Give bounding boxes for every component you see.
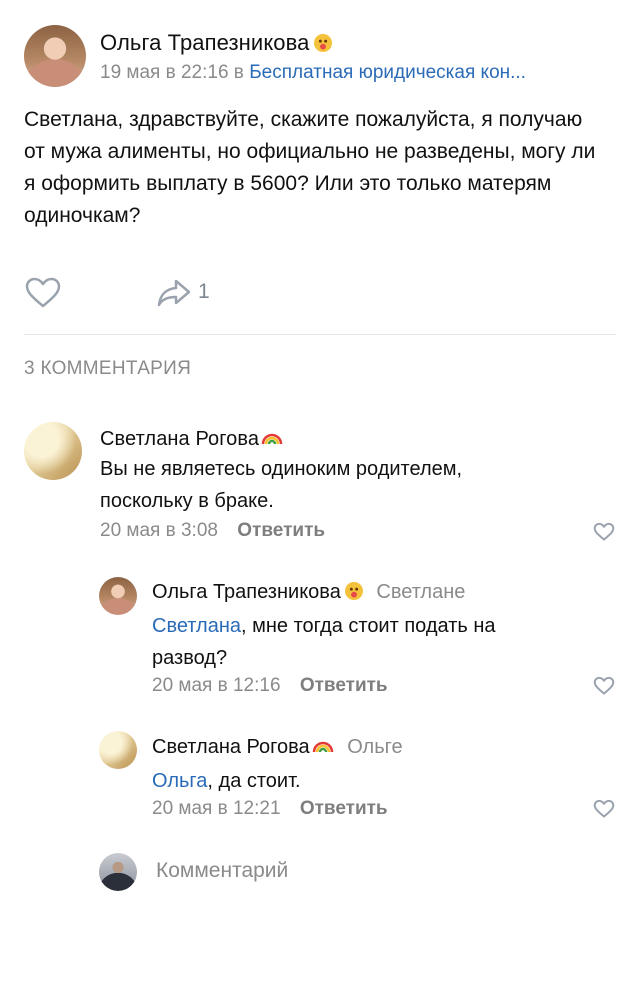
comment-like-button[interactable] <box>593 522 615 542</box>
reply-meta: 20 мая в 12:16 Ответить <box>152 675 388 697</box>
mention-link[interactable]: Светлана <box>152 615 241 637</box>
share-arrow-icon <box>157 279 191 307</box>
reply-to-name[interactable]: Ольге <box>347 736 402 758</box>
comment-date: 20 мая в 3:08 <box>100 520 218 541</box>
tongue-face-emoji-icon <box>313 34 332 52</box>
reply-author-avatar[interactable] <box>99 577 137 615</box>
comment-input[interactable]: Комментарий <box>156 859 576 883</box>
reply-author-name[interactable]: Светлана Рогова <box>152 736 310 758</box>
reply-author-avatar[interactable] <box>99 731 137 769</box>
current-user-avatar <box>99 853 137 891</box>
heart-icon <box>593 676 615 695</box>
share-button[interactable]: 1 <box>156 278 216 310</box>
heart-icon <box>25 277 61 308</box>
reply-text: Ольга, да стоит. <box>152 770 301 792</box>
reply-date: 20 мая в 12:21 <box>152 798 281 819</box>
reply-like-button[interactable] <box>593 799 615 819</box>
reply-date: 20 мая в 12:16 <box>152 675 281 696</box>
like-button[interactable] <box>24 277 62 309</box>
reply-like-button[interactable] <box>593 676 615 696</box>
comment-author-avatar[interactable] <box>24 422 82 480</box>
reply-text: Светлана, мне тогда стоит подать на разв… <box>152 615 496 669</box>
reply-button[interactable]: Ответить <box>300 798 388 819</box>
post-date: 19 мая в 22:16 в <box>100 62 244 83</box>
reply-to-name[interactable]: Светлане <box>376 581 465 603</box>
post-group-link[interactable]: Бесплатная юридическая кон... <box>249 62 526 83</box>
heart-icon <box>593 799 615 818</box>
mention-link[interactable]: Ольга <box>152 770 207 792</box>
reply-author-name[interactable]: Ольга Трапезникова <box>152 581 341 603</box>
reply-meta: 20 мая в 12:21 Ответить <box>152 798 388 820</box>
reply-header: Светлана Рогова Ольге <box>152 736 403 759</box>
rainbow-emoji-icon <box>261 433 283 445</box>
reply-button[interactable]: Ответить <box>300 675 388 696</box>
comments-count-header: 3 КОММЕНТАРИЯ <box>24 358 192 379</box>
post-author-name[interactable]: Ольга Трапезникова <box>100 30 332 56</box>
share-count: 1 <box>198 280 210 303</box>
post-author-avatar[interactable] <box>24 25 86 87</box>
tongue-face-emoji-icon <box>344 582 363 600</box>
comment-author-name[interactable]: Светлана Рогова <box>100 428 283 451</box>
post-divider <box>24 334 616 335</box>
reply-button[interactable]: Ответить <box>237 520 325 541</box>
rainbow-emoji-icon <box>312 741 333 753</box>
post-text: Светлана, здравствуйте, скажите пожалуйс… <box>24 108 596 227</box>
comment-meta: 20 мая в 3:08 Ответить <box>100 520 325 542</box>
heart-icon <box>593 522 615 541</box>
comment-text: Вы не являетесь одиноким родителем, поск… <box>100 458 463 512</box>
post-meta: 19 мая в 22:16 в Бесплатная юридическая … <box>100 62 526 84</box>
reply-header: Ольга Трапезникова Светлане <box>152 581 465 604</box>
